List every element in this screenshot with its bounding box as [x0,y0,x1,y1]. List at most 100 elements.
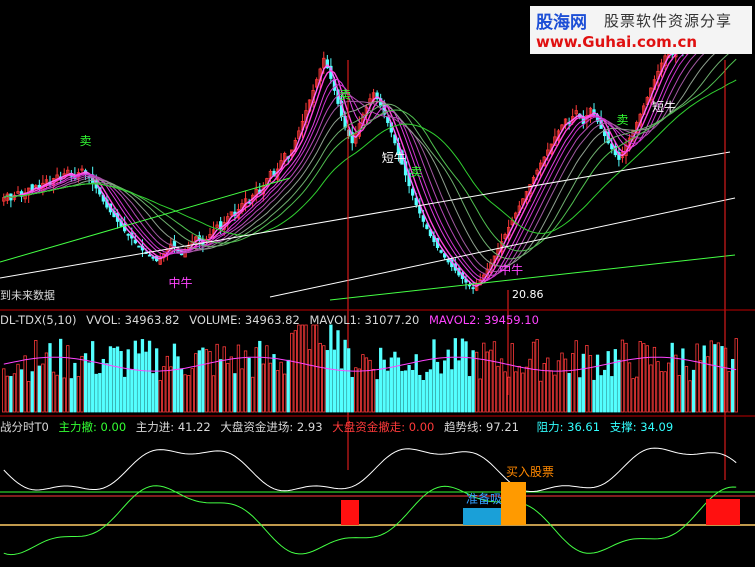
volume-bar [371,368,376,413]
indicator-header: 战分时T0 主力撤: 0.00 主力进: 41.22 大盘资金进场: 2.93 … [0,419,679,435]
volume-layer [2,324,738,413]
exit-signal-bar [341,500,359,525]
volume-bar [332,349,337,413]
watermark-brand: 股海网 [536,13,587,33]
volume-bar [187,375,191,413]
volume-bar [300,324,305,413]
volume-bar [663,371,667,413]
volume-bar [471,350,475,413]
volume-bar [482,342,486,413]
volume-bar [578,377,582,413]
volume-bar [283,373,287,413]
volume-bar [386,370,390,413]
volume-bar [115,346,120,413]
market-exit-value: 大盘资金撤走: 0.00 [332,420,435,434]
volume-bar [151,373,155,413]
volume-bar [421,379,425,413]
volume-bar [339,368,344,413]
volume-bar [667,362,671,413]
main-withdraw-value: 主力撤: 0.00 [58,420,127,434]
market-enter-value: 大盘资金进场: 2.93 [220,420,323,434]
volume-bar [133,340,137,413]
volume-bar [247,357,251,413]
volume-bar [521,372,525,413]
volume-bar [66,345,70,413]
volume-bar [364,357,369,413]
volume-bar [197,350,201,413]
volume-bar [734,338,738,413]
volume-bar [709,340,713,413]
indicator-white-line [3,447,737,492]
volume-bar [183,374,187,413]
volume-bar [457,360,461,413]
volume-bar [553,374,557,413]
volume-bar [635,376,639,413]
volume-bar [347,348,351,413]
volume-header: DL-TDX(5,10) VVOL: 34963.82 VOLUME: 3496… [0,313,545,327]
volume-bar [425,371,429,413]
trend-line-0 [0,151,731,279]
volume-bar [158,380,162,413]
main-enter-value: 主力进: 41.22 [135,420,211,434]
volume-bar [37,365,41,413]
candle-body [439,250,443,253]
volume-bar [176,356,180,413]
volume-bar [375,379,379,413]
candle-body [471,287,475,290]
volume-bar [130,369,134,413]
volume-bar [140,339,145,413]
volume-bar [126,349,130,413]
volume-bar [684,366,689,413]
volume-bar [51,371,56,413]
volume-bar [240,368,244,413]
volume-bar [73,362,77,413]
volume-bar [699,360,703,413]
volume-bar [251,376,255,413]
volume-bar [528,358,532,413]
candle-body [147,254,152,257]
volume-bar [5,375,9,413]
volume-bar [464,341,468,413]
volume-bar [563,358,568,413]
volume-bar [524,366,529,413]
volume-bar [731,358,735,413]
volume-bar [723,347,728,413]
volume-bar [407,364,411,413]
volume-bar [400,370,404,413]
volume-bar [514,371,518,413]
volume-bar [574,340,578,413]
volume-bar [531,341,536,413]
volume-bar [219,359,223,413]
volume-bar [258,340,262,413]
volume-bar [706,356,710,413]
buy-signal-bar [501,482,526,525]
volume-bar [112,347,116,413]
watermark-url: www.Guhai.com.cn [536,33,698,51]
volume-bar [226,362,230,413]
volume-bar [546,357,550,413]
volume-bar [222,346,226,413]
volume-bar [460,338,465,413]
volume-bar [12,373,17,413]
volume-bar [588,355,593,413]
volume-bar [603,369,607,413]
volume-bar [325,350,329,413]
volume-bar [403,370,408,413]
volume-bar [208,351,212,413]
mavol2-value: MAVOL2: 39459.10 [429,313,539,327]
volume-bar [293,330,297,413]
exit-signal-bar-2 [706,499,740,525]
volume-bar [503,371,507,413]
volume-bar [343,339,347,413]
volume-bar [315,324,319,413]
volume-bar [229,356,233,413]
prepare-signal-label: 准备吸 [466,492,503,506]
volume-bar [194,353,198,413]
volume-bar [627,362,632,413]
volume-bar [23,355,27,413]
candle-body [411,188,415,196]
volume-bar [361,354,365,413]
volume-bar [162,366,166,413]
volume-bar [94,373,98,413]
indicator-layer [0,447,755,556]
